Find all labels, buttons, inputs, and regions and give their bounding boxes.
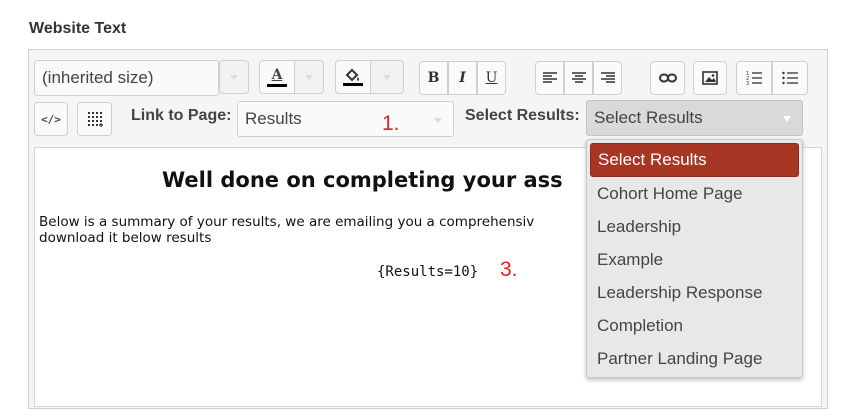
chevron-down-icon bbox=[230, 74, 238, 80]
font-size-select[interactable]: (inherited size) bbox=[34, 60, 219, 96]
insert-link-button[interactable] bbox=[650, 61, 685, 95]
chevron-down-icon bbox=[434, 118, 442, 123]
font-color-dropdown-button[interactable] bbox=[294, 60, 324, 94]
chevron-down-icon bbox=[783, 116, 791, 122]
align-center-icon bbox=[571, 72, 586, 83]
dropdown-option-partner-landing-page[interactable]: Partner Landing Page bbox=[590, 342, 799, 375]
select-results-label: Select Results: bbox=[465, 107, 580, 124]
underline-button[interactable]: U bbox=[477, 61, 506, 95]
link-icon bbox=[658, 73, 677, 83]
insert-table-button[interactable] bbox=[77, 102, 112, 136]
align-right-icon bbox=[600, 72, 615, 83]
highlight-color-button[interactable] bbox=[335, 60, 371, 94]
annotation-3: 3. bbox=[500, 258, 518, 281]
font-size-dropdown-button[interactable] bbox=[219, 60, 249, 94]
dropdown-option-example[interactable]: Example bbox=[590, 243, 799, 276]
link-to-page-select[interactable]: Results bbox=[237, 101, 454, 137]
unordered-list-icon bbox=[782, 71, 798, 85]
align-left-icon bbox=[542, 72, 557, 83]
select-results-select[interactable]: Select Results bbox=[586, 100, 803, 136]
chevron-down-icon bbox=[305, 74, 313, 80]
svg-text:3: 3 bbox=[746, 81, 749, 86]
code-view-icon: </> bbox=[41, 112, 61, 126]
code-view-button[interactable]: </> bbox=[34, 102, 68, 136]
content-paragraph: Below is a summary of your results, we a… bbox=[39, 214, 535, 246]
font-color-button[interactable]: A bbox=[259, 60, 295, 94]
dropdown-option-select-results[interactable]: Select Results bbox=[590, 143, 799, 177]
align-left-button[interactable] bbox=[535, 61, 564, 95]
align-right-button[interactable] bbox=[593, 61, 622, 95]
highlight-dropdown-button[interactable] bbox=[370, 60, 404, 94]
content-heading: Well done on completing your ass bbox=[162, 168, 563, 192]
unordered-list-button[interactable] bbox=[772, 61, 808, 95]
dropdown-option-leadership[interactable]: Leadership bbox=[590, 210, 799, 243]
insert-image-button[interactable] bbox=[693, 61, 727, 95]
highlight-icon bbox=[343, 68, 363, 86]
dropdown-option-leadership-response[interactable]: Leadership Response bbox=[590, 276, 799, 309]
chevron-down-icon bbox=[383, 74, 391, 80]
align-center-button[interactable] bbox=[564, 61, 593, 95]
dropdown-option-completion[interactable]: Completion bbox=[590, 309, 799, 342]
ordered-list-icon: 123 bbox=[746, 71, 762, 86]
link-to-page-label: Link to Page: bbox=[131, 107, 232, 124]
select-results-dropdown: Select Results Cohort Home Page Leadersh… bbox=[586, 139, 803, 378]
select-results-value: Select Results bbox=[594, 108, 703, 127]
table-icon bbox=[87, 112, 103, 127]
italic-button[interactable]: I bbox=[448, 61, 477, 95]
section-label: Website Text bbox=[29, 20, 127, 37]
ordered-list-button[interactable]: 123 bbox=[736, 61, 772, 95]
link-to-page-value: Results bbox=[245, 109, 302, 128]
bold-button[interactable]: B bbox=[419, 61, 448, 95]
annotation-1: 1. bbox=[382, 112, 400, 135]
font-size-value: (inherited size) bbox=[42, 68, 154, 87]
font-color-icon: A bbox=[267, 68, 287, 87]
results-token: {Results=10} bbox=[377, 264, 479, 280]
dropdown-option-cohort-home-page[interactable]: Cohort Home Page bbox=[590, 177, 799, 210]
image-icon bbox=[702, 71, 718, 85]
